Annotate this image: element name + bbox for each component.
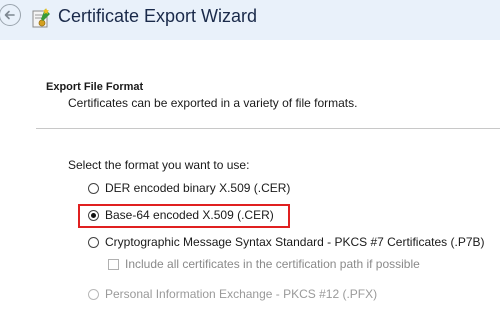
option-pkcs7-label[interactable]: Cryptographic Message Syntax Standard - … [105,235,485,249]
window-title: Certificate Export Wizard [58,6,258,26]
option-pkcs12-label: Personal Information Exchange - PKCS #12… [105,287,378,301]
section-description: Certificates can be exported in a variet… [68,96,358,110]
include-all-certs-label: Include all certificates in the certific… [125,257,420,271]
radio-pkcs7[interactable] [88,237,99,248]
format-prompt: Select the format you want to use: [68,158,250,172]
header-divider [36,128,500,129]
certificate-wizard-icon [32,8,50,28]
back-button[interactable] [0,4,21,26]
radio-pkcs12[interactable] [88,289,99,300]
title-bar: Certificate Export Wizard [0,0,500,40]
back-arrow-icon [4,10,15,20]
section-title: Export File Format [46,81,144,93]
include-all-certs-checkbox[interactable] [108,259,119,270]
selection-highlight-box [78,204,290,228]
option-der-label[interactable]: DER encoded binary X.509 (.CER) [105,181,290,195]
radio-der[interactable] [88,183,99,194]
